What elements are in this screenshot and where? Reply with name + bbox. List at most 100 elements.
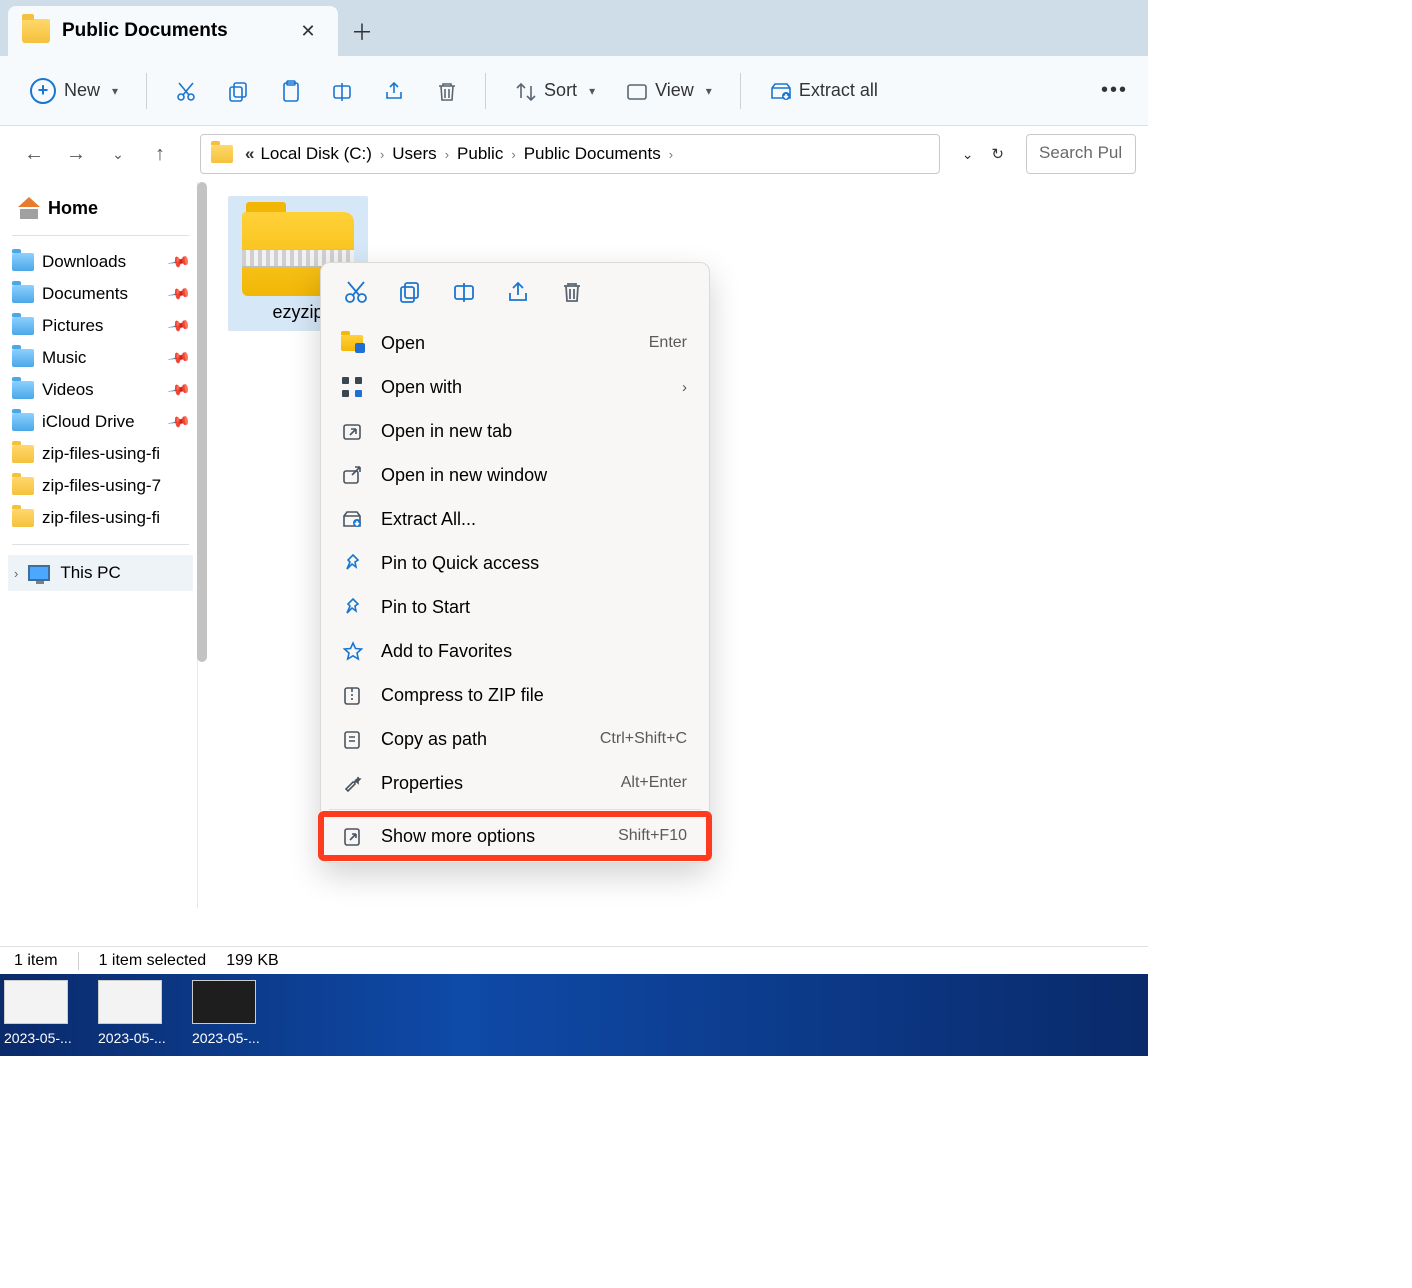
zip-icon: [341, 684, 363, 706]
status-bar: 1 item 1 item selected 199 KB: [0, 946, 1148, 974]
delete-button[interactable]: [559, 279, 585, 305]
sort-button[interactable]: Sort ▾: [504, 74, 605, 108]
sidebar-item-documents[interactable]: Documents📌: [8, 278, 193, 310]
forward-button[interactable]: →: [62, 143, 90, 166]
breadcrumb-segment[interactable]: Public Documents: [524, 144, 661, 164]
add-tab-button[interactable]: ＋: [338, 6, 386, 56]
menu-item-open-with[interactable]: Open with ›: [321, 365, 709, 409]
taskbar-label: 2023-05-...: [4, 1030, 72, 1046]
menu-item-show-more-options[interactable]: Show more options Shift+F10: [321, 814, 709, 858]
breadcrumb-segment[interactable]: Local Disk (C:): [260, 144, 371, 164]
sidebar-label: This PC: [60, 563, 120, 583]
extract-icon: [769, 80, 791, 102]
toolbar-separator: [146, 73, 147, 109]
recent-button[interactable]: ⌄: [104, 146, 132, 163]
extract-all-button[interactable]: Extract all: [759, 74, 888, 108]
sidebar: Home Downloads📌 Documents📌 Pictures📌 Mus…: [0, 182, 198, 908]
rename-button[interactable]: [321, 74, 363, 108]
monitor-icon: [28, 565, 50, 581]
search-input[interactable]: Search Pul: [1026, 134, 1136, 174]
menu-label: Extract All...: [381, 509, 687, 530]
titlebar: Public Documents ✕ ＋: [0, 0, 1148, 56]
sidebar-label: Downloads: [42, 252, 126, 272]
sidebar-divider: [12, 544, 189, 545]
chevron-right-icon: ›: [667, 147, 675, 162]
menu-item-pin-start[interactable]: Pin to Start: [321, 585, 709, 629]
folder-icon: [12, 253, 34, 271]
delete-button[interactable]: [425, 74, 467, 108]
back-button[interactable]: ←: [20, 143, 48, 166]
menu-label: Copy as path: [381, 729, 584, 750]
active-tab[interactable]: Public Documents ✕: [8, 6, 338, 56]
menu-item-pin-quick-access[interactable]: Pin to Quick access: [321, 541, 709, 585]
sort-icon: [514, 80, 536, 102]
share-button[interactable]: [505, 279, 531, 305]
copy-icon: [227, 80, 249, 102]
taskbar-thumbnail[interactable]: [98, 980, 162, 1024]
menu-item-add-favorites[interactable]: Add to Favorites: [321, 629, 709, 673]
folder-icon: [12, 509, 34, 527]
copy-button[interactable]: [397, 279, 423, 305]
view-label: View: [655, 80, 694, 101]
taskbar-label: 2023-05-...: [192, 1030, 260, 1046]
pin-icon: 📌: [167, 377, 193, 402]
rename-button[interactable]: [451, 279, 477, 305]
new-button[interactable]: + New ▾: [20, 72, 128, 110]
view-icon: [625, 80, 647, 102]
folder-icon: [12, 349, 34, 367]
sidebar-item-downloads[interactable]: Downloads📌: [8, 246, 193, 278]
sidebar-label: zip-files-using-7: [42, 476, 161, 496]
folder-icon: [12, 445, 34, 463]
scissors-icon: [344, 280, 368, 304]
more-options-button[interactable]: •••: [1101, 79, 1128, 102]
breadcrumb-segment[interactable]: Public: [457, 144, 503, 164]
taskbar-thumbnail[interactable]: [192, 980, 256, 1024]
menu-item-extract-all[interactable]: Extract All...: [321, 497, 709, 541]
folder-icon: [12, 285, 34, 303]
sidebar-label: iCloud Drive: [42, 412, 135, 432]
sidebar-item-videos[interactable]: Videos 📌: [8, 374, 193, 406]
sidebar-label: Videos: [42, 380, 94, 400]
menu-item-properties[interactable]: Properties Alt+Enter: [321, 761, 709, 805]
sidebar-item-folder[interactable]: zip-files-using-fi: [8, 438, 193, 470]
sidebar-item-folder[interactable]: zip-files-using-fi: [8, 502, 193, 534]
cut-button[interactable]: [165, 74, 207, 108]
sidebar-item-pictures[interactable]: Pictures📌: [8, 310, 193, 342]
copy-button[interactable]: [217, 74, 259, 108]
open-tab-icon: [341, 420, 363, 442]
toolbar-separator: [485, 73, 486, 109]
chevron-right-icon: ›: [443, 147, 451, 162]
cut-button[interactable]: [343, 279, 369, 305]
share-button[interactable]: [373, 74, 415, 108]
menu-item-open-new-window[interactable]: Open in new window: [321, 453, 709, 497]
status-separator: [78, 952, 79, 970]
address-bar[interactable]: « Local Disk (C:) › Users › Public › Pub…: [200, 134, 940, 174]
paste-button[interactable]: [269, 74, 311, 108]
chevron-down-icon: ▾: [589, 84, 595, 98]
address-overflow: «: [245, 144, 254, 164]
view-button[interactable]: View ▾: [615, 74, 722, 108]
sidebar-item-icloud[interactable]: iCloud Drive📌: [8, 406, 193, 438]
sort-label: Sort: [544, 80, 577, 101]
menu-label: Open in new window: [381, 465, 687, 486]
refresh-button[interactable]: ↻: [991, 145, 1004, 163]
context-menu: Open Enter Open with › Open in new tab O…: [320, 262, 710, 863]
menu-item-open-new-tab[interactable]: Open in new tab: [321, 409, 709, 453]
menu-item-copy-path[interactable]: Copy as path Ctrl+Shift+C: [321, 717, 709, 761]
up-button[interactable]: ↑: [146, 143, 174, 166]
tab-close-icon[interactable]: ✕: [292, 21, 324, 42]
sidebar-item-folder[interactable]: zip-files-using-7: [8, 470, 193, 502]
address-dropdown[interactable]: ⌄: [962, 146, 974, 163]
breadcrumb-segment[interactable]: Users: [392, 144, 436, 164]
sidebar-item-thispc[interactable]: › This PC: [8, 555, 193, 591]
folder-icon: [12, 381, 34, 399]
menu-item-open[interactable]: Open Enter: [321, 321, 709, 365]
menu-item-compress-zip[interactable]: Compress to ZIP file: [321, 673, 709, 717]
taskbar-thumbnail[interactable]: [4, 980, 68, 1024]
sidebar-item-music[interactable]: Music📌: [8, 342, 193, 374]
sidebar-home[interactable]: Home: [8, 192, 193, 225]
grid-apps-icon: [342, 377, 362, 397]
folder-icon: [22, 19, 50, 43]
context-mini-toolbar: [321, 263, 709, 321]
home-icon: [18, 199, 40, 219]
